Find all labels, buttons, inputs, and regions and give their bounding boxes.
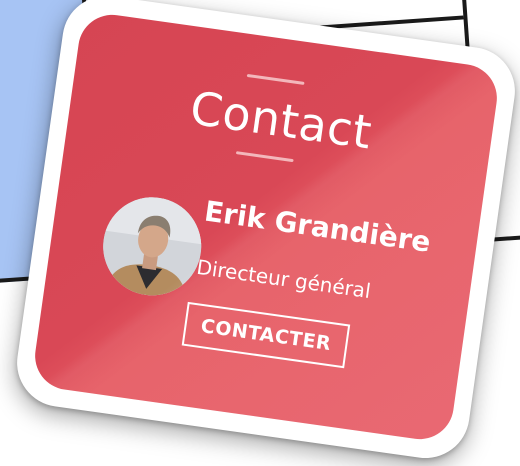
person-name: Erik Grandière — [202, 194, 433, 259]
contact-card: Contact Erik Grandière Directeur général… — [30, 10, 502, 444]
card-title: Contact — [186, 80, 376, 160]
profile-photo-icon — [96, 191, 208, 302]
title-accent-line-top — [246, 73, 305, 85]
title-accent-line-bottom — [235, 151, 294, 163]
person-role: Directeur général — [195, 254, 373, 304]
contact-button[interactable]: CONTACTER — [181, 301, 351, 369]
avatar — [96, 191, 208, 302]
